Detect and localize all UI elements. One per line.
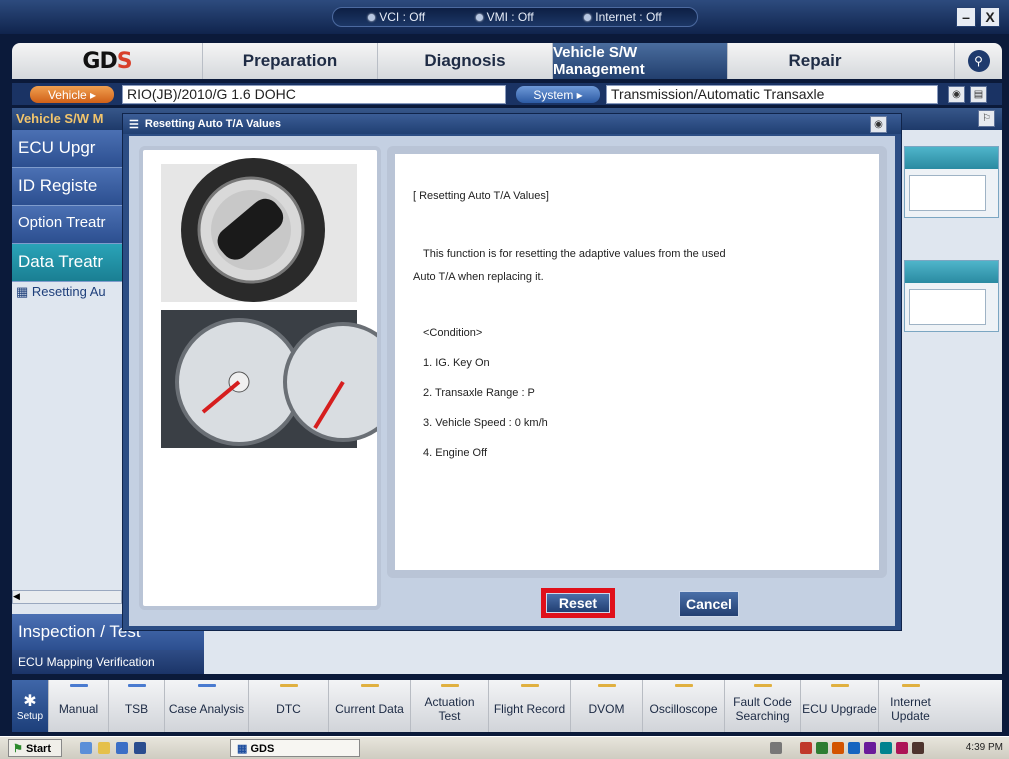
tray-icon[interactable]: [880, 742, 892, 754]
tab-repair[interactable]: Repair: [727, 43, 902, 79]
setup-icon: ✱: [23, 692, 37, 710]
instruction-text: [ Resetting Auto T/A Values] This functi…: [395, 154, 879, 570]
reset-button-highlight: Reset: [541, 588, 615, 618]
info-panel-2: [904, 260, 999, 332]
condition-item: 1. IG. Key On: [423, 357, 490, 369]
instruction-line-2: Auto T/A when replacing it.: [413, 271, 544, 283]
image-panel: [139, 146, 403, 610]
tray-icon[interactable]: [832, 742, 844, 754]
condition-item: 3. Vehicle Speed : 0 km/h: [423, 417, 548, 429]
tray-icon[interactable]: [848, 742, 860, 754]
start-button[interactable]: ⚑ Start: [8, 739, 62, 757]
quicklaunch-app-icon[interactable]: [116, 742, 128, 754]
tray-icon[interactable]: [896, 742, 908, 754]
instruction-heading: [ Resetting Auto T/A Values]: [413, 190, 549, 202]
dialog-body: [ Resetting Auto T/A Values] This functi…: [129, 136, 895, 626]
connection-status: VCI : Off VMI : Off Internet : Off: [332, 7, 698, 27]
camera-icon[interactable]: ◉: [948, 86, 965, 103]
tool-ecu-upgrade[interactable]: ECU Upgrade: [800, 680, 878, 732]
list-icon: ▦: [16, 284, 29, 299]
condition-item: 2. Transaxle Range : P: [423, 387, 535, 399]
bottom-toolbar: ✱ Setup Manual TSB Case Analysis DTC Cur…: [12, 680, 1002, 732]
tool-dtc[interactable]: DTC: [248, 680, 328, 732]
minimize-button[interactable]: –: [956, 7, 976, 27]
reset-button[interactable]: Reset: [546, 593, 610, 613]
setup-button[interactable]: ✱ Setup: [12, 680, 48, 732]
horizontal-scrollbar[interactable]: ◀: [12, 590, 122, 604]
instruction-line-1: This function is for resetting the adapt…: [423, 248, 726, 260]
condition-item: 4. Engine Off: [423, 447, 488, 459]
internet-status: Internet : Off: [584, 10, 662, 24]
tool-case-analysis[interactable]: Case Analysis: [164, 680, 248, 732]
vmi-status: VMI : Off: [475, 10, 534, 24]
tool-fault-code-searching[interactable]: Fault Code Searching: [724, 680, 800, 732]
quicklaunch-browser-icon[interactable]: [80, 742, 92, 754]
vehicle-bar: Vehicle ▸ RIO(JB)/2010/G 1.6 DOHC System…: [12, 83, 1002, 105]
status-dot-icon: [368, 13, 376, 21]
vehicle-field[interactable]: RIO(JB)/2010/G 1.6 DOHC: [122, 85, 506, 104]
tool-manual[interactable]: Manual: [48, 680, 108, 732]
tool-tsb[interactable]: TSB: [108, 680, 164, 732]
vci-status: VCI : Off: [368, 10, 425, 24]
tool-flight-record[interactable]: Flight Record: [488, 680, 570, 732]
system-button[interactable]: System ▸: [516, 86, 600, 103]
close-button[interactable]: X: [980, 7, 1000, 27]
clock: 4:39 PM: [965, 742, 1003, 753]
print-icon[interactable]: ▤: [970, 86, 987, 103]
tab-preparation[interactable]: Preparation: [202, 43, 377, 79]
cancel-button[interactable]: Cancel: [679, 591, 739, 617]
gds-logo: GD S: [82, 48, 132, 74]
condition-title: <Condition>: [423, 327, 483, 339]
tool-oscilloscope[interactable]: Oscilloscope: [642, 680, 724, 732]
taskbar-item-gds[interactable]: ▦ GDS: [230, 739, 360, 757]
help-tray-icon[interactable]: [770, 742, 782, 754]
instrument-cluster-image: [161, 310, 403, 448]
status-dot-icon: [584, 13, 592, 21]
title-bar: VCI : Off VMI : Off Internet : Off – X: [0, 0, 1009, 34]
main-nav: GD S Preparation Diagnosis Vehicle S/W Ma…: [12, 43, 1002, 79]
dialog-title-bar: ☰ Resetting Auto T/A Values: [123, 114, 901, 134]
tray-icon[interactable]: [816, 742, 828, 754]
system-field[interactable]: Transmission/Automatic Transaxle: [606, 85, 938, 104]
search-button[interactable]: ⚲: [954, 43, 1002, 79]
quicklaunch-folder-icon[interactable]: [98, 742, 110, 754]
quicklaunch-desktop-icon[interactable]: [134, 742, 146, 754]
vehicle-button[interactable]: Vehicle ▸: [30, 86, 114, 103]
tray-icon[interactable]: [864, 742, 876, 754]
tool-actuation-test[interactable]: Actuation Test: [410, 680, 488, 732]
dialog-camera-icon[interactable]: ◉: [870, 116, 887, 133]
tray-icon[interactable]: [800, 742, 812, 754]
tab-vehicle-sw-management[interactable]: Vehicle S/W Management: [552, 43, 727, 79]
gds-app-icon: ▦: [237, 743, 248, 755]
sidebar-item-ecu-mapping[interactable]: ECU Mapping Verification: [12, 650, 204, 674]
windows-logo-icon: ⚑: [13, 743, 23, 755]
vehicle-illustrations: [161, 158, 403, 448]
reset-dialog: ☰ Resetting Auto T/A Values ◉ [Resettin…: [122, 113, 902, 631]
instruction-panel: [ Resetting Auto T/A Values] This functi…: [387, 146, 887, 578]
help-icon[interactable]: ⚐: [978, 110, 995, 127]
tool-internet-update[interactable]: Internet Update: [878, 680, 942, 732]
windows-taskbar: ⚑ Start ▦ GDS 4:39 PM: [0, 736, 1009, 759]
tool-current-data[interactable]: Current Data: [328, 680, 410, 732]
status-dot-icon: [475, 13, 483, 21]
menu-icon: ☰: [129, 118, 139, 131]
ignition-key-image: [161, 158, 357, 302]
tool-dvom[interactable]: DVOM: [570, 680, 642, 732]
tab-diagnosis[interactable]: Diagnosis: [377, 43, 552, 79]
info-panel-1: [904, 146, 999, 218]
tray-icon[interactable]: [912, 742, 924, 754]
search-icon: ⚲: [967, 50, 990, 72]
